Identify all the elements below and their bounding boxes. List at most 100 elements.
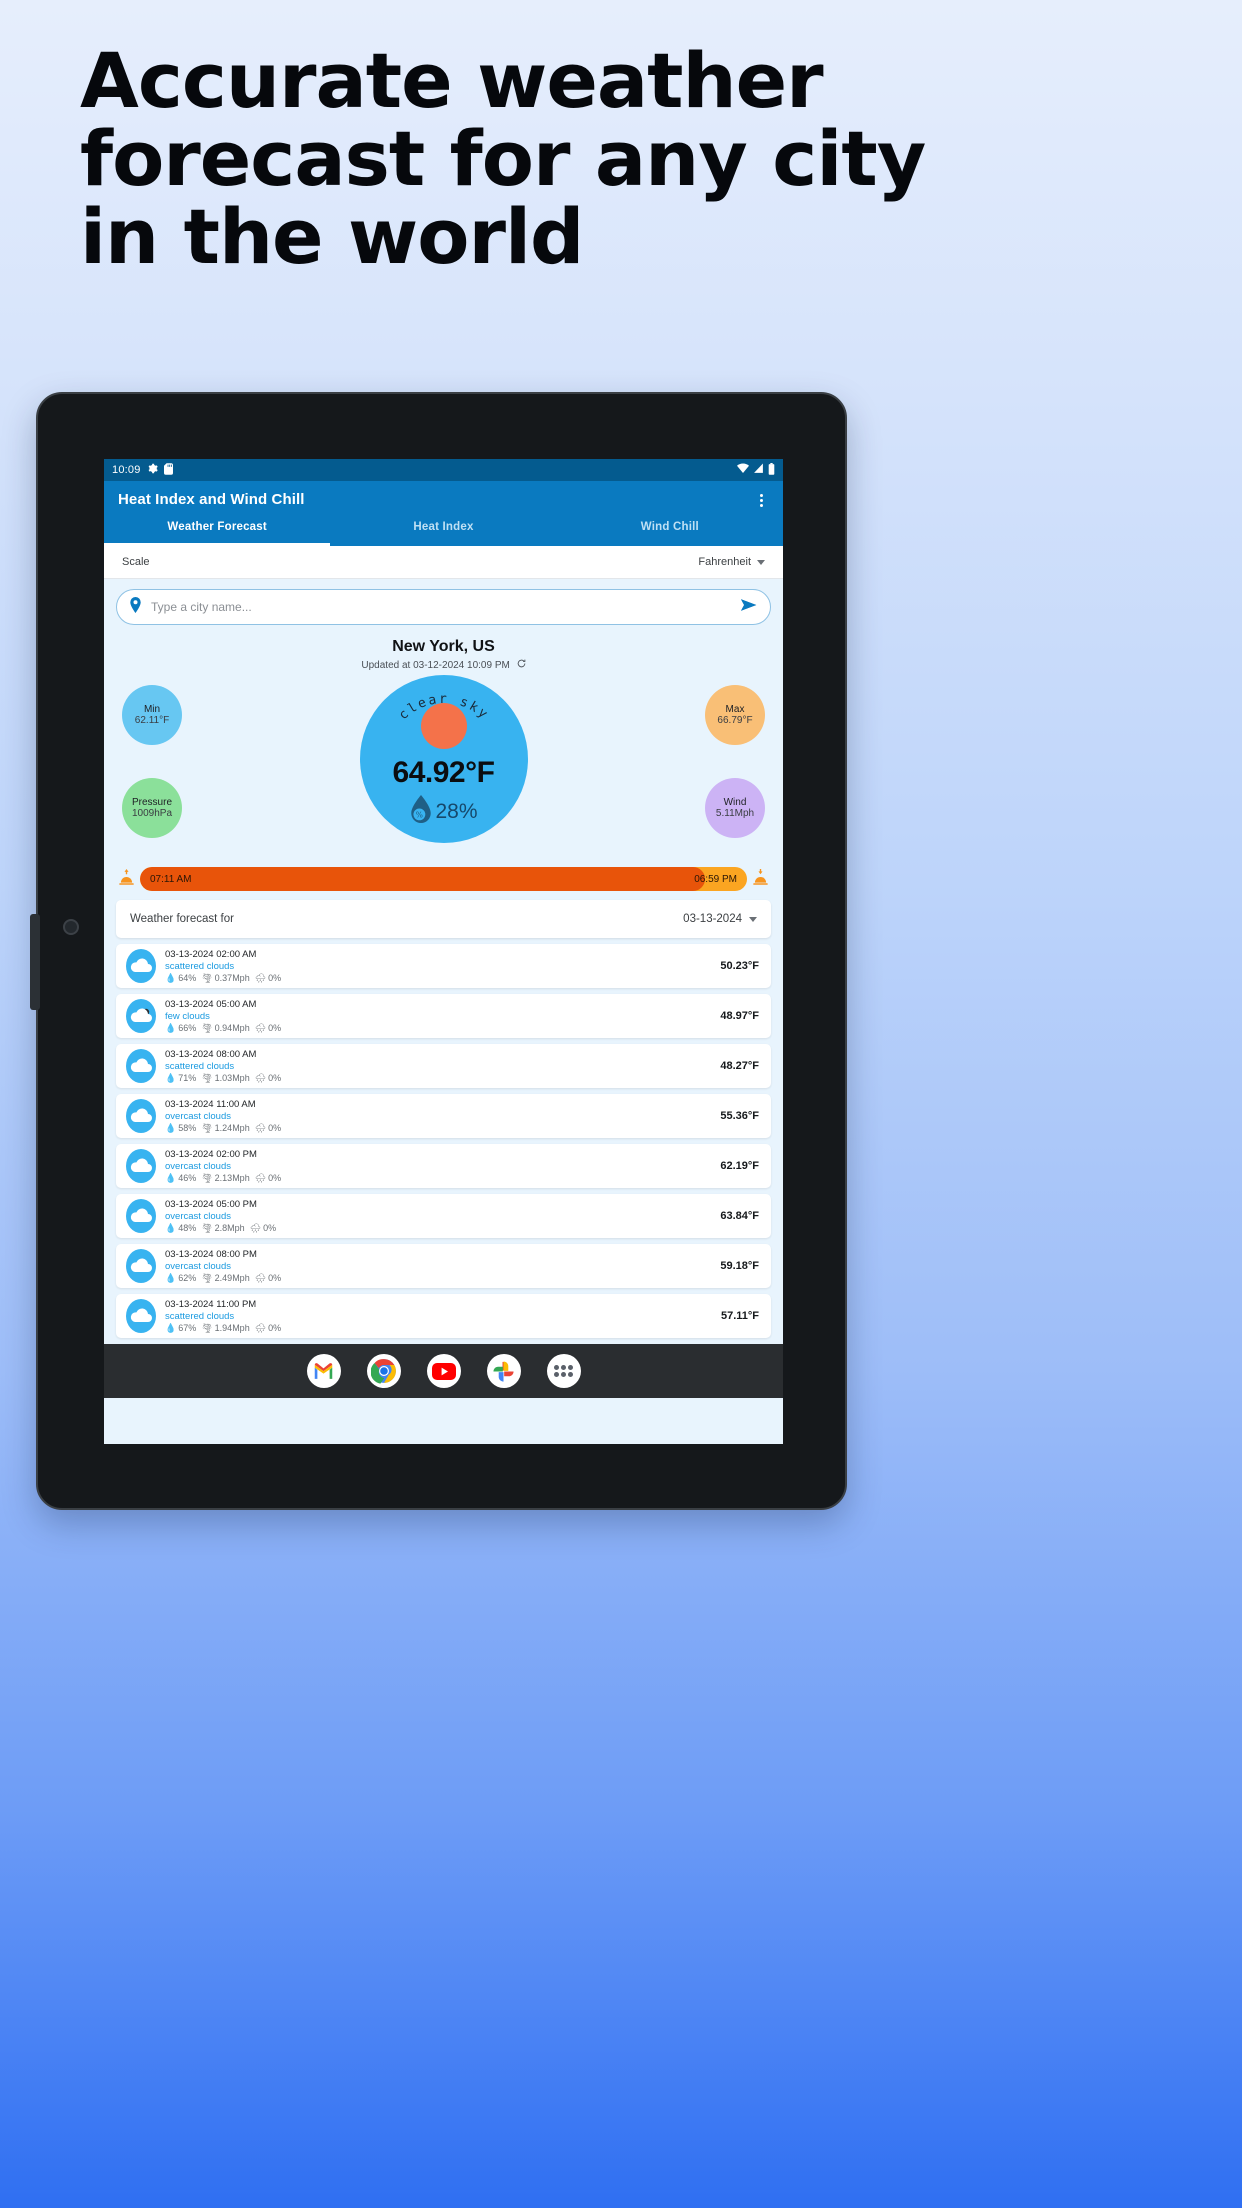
scale-selected-value: Fahrenheit	[698, 556, 751, 568]
forecast-rain: 0%	[268, 973, 282, 983]
forecast-condition: scattered clouds	[165, 1310, 235, 1322]
overcast-icon	[126, 1249, 156, 1283]
forecast-rain: 0%	[268, 1323, 282, 1333]
humidity-icon: 💧	[165, 1222, 177, 1233]
forecast-condition: overcast clouds	[165, 1210, 232, 1222]
headline-line-1: Accurate weather	[80, 36, 824, 125]
wind-label: Wind	[723, 797, 747, 808]
forecast-row[interactable]: 03-13-2024 11:00 PM scattered clouds 💧 67…	[116, 1294, 771, 1338]
humidity-icon: 💧	[165, 1172, 177, 1183]
forecast-temp: 50.23°F	[720, 960, 759, 972]
forecast-row[interactable]: 03-13-2024 08:00 AM scattered clouds 💧 71…	[116, 1044, 771, 1088]
humidity-icon: 💧	[165, 1022, 177, 1033]
forecast-condition: overcast clouds	[165, 1260, 232, 1272]
forecast-time: 03-13-2024 05:00 PM	[165, 1198, 257, 1210]
wind-icon: 🌪	[201, 1122, 213, 1133]
youtube-icon[interactable]	[426, 1354, 461, 1388]
city-search-bar[interactable]: Type a city name...	[116, 589, 771, 625]
chrome-icon[interactable]	[366, 1354, 401, 1388]
forecast-row[interactable]: 03-13-2024 02:00 AM scattered clouds 💧 64…	[116, 944, 771, 988]
humidity-droplet-icon: %	[409, 795, 433, 828]
forecast-time: 03-13-2024 08:00 AM	[165, 1048, 257, 1060]
forecast-date-dropdown[interactable]: 03-13-2024	[683, 913, 757, 925]
chevron-down-icon	[749, 916, 757, 922]
device-side-button[interactable]	[30, 914, 40, 1010]
forecast-row-texts: 03-13-2024 05:00 AM few clouds 💧 66% 🌪 0.9…	[165, 999, 281, 1034]
forecast-temp: 59.18°F	[720, 1260, 759, 1272]
daylight-progress-fill	[140, 867, 705, 891]
search-input[interactable]: Type a city name...	[151, 600, 732, 614]
min-temp-label: Min	[143, 704, 161, 715]
main-content: Type a city name... New York, US Updated…	[104, 579, 783, 1338]
send-icon[interactable]	[741, 597, 758, 617]
app-drawer-icon[interactable]	[546, 1354, 581, 1388]
forecast-row[interactable]: 03-13-2024 05:00 AM few clouds 💧 66% 🌪 0.9…	[116, 994, 771, 1038]
gear-icon	[147, 463, 158, 477]
wind-icon: 🌪	[201, 972, 213, 983]
app-title: Heat Index and Wind Chill	[118, 491, 305, 508]
few-clouds-icon	[126, 999, 156, 1033]
tab-wind-chill[interactable]: Wind Chill	[557, 508, 783, 546]
forecast-condition: few clouds	[165, 1010, 210, 1022]
forecast-row-texts: 03-13-2024 02:00 PM overcast clouds 💧 46%…	[165, 1149, 281, 1184]
forecast-row[interactable]: 03-13-2024 02:00 PM overcast clouds 💧 46%…	[116, 1144, 771, 1188]
location-pin-icon	[129, 597, 142, 617]
current-weather-panel: Min 62.11°F Max 66.79°F Pressure 1009hPa…	[116, 675, 771, 863]
forecast-temp: 62.19°F	[720, 1160, 759, 1172]
battery-icon	[768, 462, 775, 478]
headline-line-3: in the world	[80, 192, 584, 281]
forecast-humidity: 66%	[178, 1023, 197, 1033]
daylight-progress-bar: 07:11 AM 06:59 PM	[140, 867, 747, 891]
app-drawer-dots	[554, 1365, 573, 1377]
forecast-wind: 2.8Mph	[214, 1223, 245, 1233]
forecast-time: 03-13-2024 02:00 PM	[165, 1148, 257, 1160]
forecast-row-texts: 03-13-2024 08:00 PM overcast clouds 💧 62%…	[165, 1249, 281, 1284]
forecast-humidity: 71%	[178, 1073, 197, 1083]
sunset-icon	[752, 869, 769, 889]
forecast-row-texts: 03-13-2024 11:00 AM overcast clouds 💧 58%…	[165, 1099, 281, 1134]
forecast-wind: 1.24Mph	[214, 1123, 250, 1133]
max-temp-label: Max	[725, 704, 745, 715]
forecast-condition: overcast clouds	[165, 1110, 232, 1122]
status-bar-left: 10:09	[112, 462, 173, 478]
forecast-row[interactable]: 03-13-2024 08:00 PM overcast clouds 💧 62%…	[116, 1244, 771, 1288]
forecast-rain: 0%	[268, 1273, 282, 1283]
rain-icon: 🌧	[254, 1172, 267, 1183]
page-headline: Accurate weather forecast for any city i…	[80, 42, 1170, 276]
headline-line-2: forecast for any city	[80, 114, 926, 203]
sunset-time: 06:59 PM	[694, 873, 737, 885]
sunrise-time: 07:11 AM	[150, 873, 192, 885]
forecast-temp: 63.84°F	[720, 1210, 759, 1222]
scale-dropdown[interactable]: Fahrenheit	[698, 556, 765, 568]
forecast-wind: 0.94Mph	[214, 1023, 250, 1033]
overcast-icon	[126, 1099, 156, 1133]
wind-icon: 🌪	[201, 1022, 213, 1033]
rain-icon: 🌧	[254, 1022, 267, 1033]
tab-weather-forecast[interactable]: Weather Forecast	[104, 508, 331, 546]
chevron-down-icon	[757, 559, 765, 565]
forecast-rain: 0%	[268, 1023, 282, 1033]
forecast-metrics: 💧 71% 🌪 1.03Mph 🌧 0%	[165, 1073, 281, 1084]
android-dock	[104, 1344, 783, 1398]
humidity-value: 28%	[435, 799, 478, 823]
forecast-metrics: 💧 48% 🌪 2.8Mph 🌧 0%	[165, 1223, 276, 1234]
google-photos-icon[interactable]	[486, 1354, 521, 1388]
forecast-metrics: 💧 46% 🌪 2.13Mph 🌧 0%	[165, 1173, 281, 1184]
forecast-time: 03-13-2024 08:00 PM	[165, 1248, 257, 1260]
forecast-metrics: 💧 67% 🌪 1.94Mph 🌧 0%	[165, 1323, 281, 1334]
device-camera	[63, 919, 79, 935]
overflow-menu-icon[interactable]	[753, 491, 769, 509]
forecast-wind: 0.37Mph	[214, 973, 250, 983]
gmail-icon[interactable]	[306, 1354, 341, 1388]
tab-heat-index[interactable]: Heat Index	[330, 508, 556, 546]
forecast-row[interactable]: 03-13-2024 05:00 PM overcast clouds 💧 48%…	[116, 1194, 771, 1238]
forecast-list: 03-13-2024 02:00 AM scattered clouds 💧 64…	[116, 944, 771, 1338]
rain-icon: 🌧	[249, 1222, 262, 1233]
humidity-icon: 💧	[165, 1072, 177, 1083]
sun-icon	[420, 703, 467, 749]
max-temp-bubble: Max 66.79°F	[705, 685, 765, 745]
forecast-row[interactable]: 03-13-2024 11:00 AM overcast clouds 💧 58%…	[116, 1094, 771, 1138]
forecast-humidity: 48%	[178, 1223, 197, 1233]
humidity-icon: 💧	[165, 972, 177, 983]
refresh-icon[interactable]	[517, 659, 526, 671]
